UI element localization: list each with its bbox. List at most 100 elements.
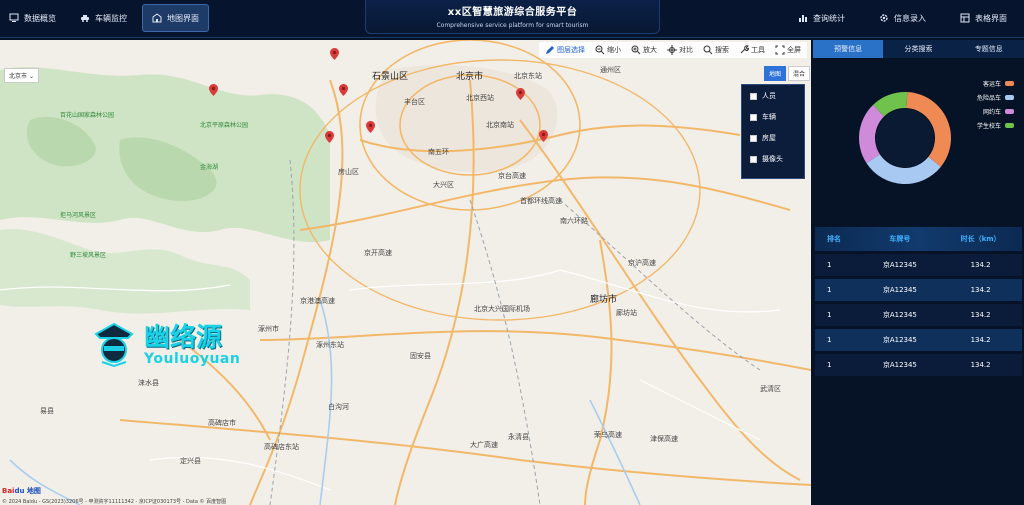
dashboard-icon — [9, 13, 19, 22]
table-row[interactable]: 1 京A12345 134.2 — [815, 354, 1022, 376]
map-pin-icon[interactable] — [330, 48, 339, 60]
map-pin-icon[interactable] — [325, 131, 334, 143]
table-row[interactable]: 1 京A12345 134.2 — [815, 254, 1022, 276]
cell-rank: 1 — [827, 311, 832, 319]
cell-plate: 京A12345 — [882, 336, 917, 344]
map-label-yongqing: 永清县 — [508, 433, 529, 441]
tool-fullscreen[interactable]: 全屏 — [775, 45, 801, 55]
page-subtitle: Comprehensive service platform for smart… — [436, 22, 589, 29]
map-label-yixian: 易县 — [40, 407, 54, 415]
tool-search[interactable]: 搜索 — [703, 45, 729, 55]
baidu-logo-b: du 地图 — [14, 487, 41, 495]
watermark-cn: 幽络源 — [144, 323, 223, 353]
tool-label: 全屏 — [787, 46, 801, 54]
map-type-hybrid[interactable]: 混合 — [788, 66, 811, 81]
map-pin-icon[interactable] — [339, 84, 348, 96]
map-pin-icon[interactable] — [516, 88, 525, 100]
nav-info-entry[interactable]: 信息录入 — [870, 4, 935, 32]
tab-category-search[interactable]: 分类搜索 — [883, 40, 954, 58]
map-type-map[interactable]: 地图 — [764, 66, 787, 81]
map-label-fangshan: 房山区 — [338, 168, 359, 176]
tool-layer-select[interactable]: 图层选择 — [545, 45, 585, 55]
layer-vehicles[interactable]: 车辆 — [750, 112, 796, 122]
city-label: 北京市 — [9, 73, 28, 80]
checkbox[interactable] — [750, 113, 757, 121]
nav-map-view[interactable]: 地图界面 — [142, 4, 209, 32]
nav-label: 数据概览 — [24, 13, 56, 23]
cell-duration: 134.2 — [970, 286, 991, 294]
tab-topic-info[interactable]: 专题信息 — [953, 40, 1024, 58]
nav-data-overview[interactable]: 数据概览 — [0, 4, 65, 32]
map-label-shoudu: 首都环线高速 — [520, 197, 562, 205]
cell-rank: 1 — [827, 361, 832, 369]
tool-tools[interactable]: 工具 — [739, 45, 765, 55]
map-poi-2: 百花山国家森林公园 — [60, 112, 115, 119]
baidu-logo-a: Bai — [2, 487, 15, 495]
zoom-out-icon — [595, 45, 605, 55]
cell-plate: 京A12345 — [882, 361, 917, 369]
layer-cameras[interactable]: 摄像头 — [750, 154, 796, 164]
layer-label: 房屋 — [762, 134, 776, 142]
title-box: xx区智慧旅游综合服务平台 Comprehensive service plat… — [365, 0, 660, 34]
layer-label: 车辆 — [762, 113, 776, 121]
map-copyright: © 2024 Baidu - GS(2023)3206号 - 甲测资字11111… — [2, 499, 227, 505]
table-row[interactable]: 1 京A12345 134.2 — [815, 304, 1022, 326]
map-label-nanwuhuan: 南五环 — [428, 148, 449, 156]
tool-label: 图层选择 — [557, 46, 585, 54]
nav-label: 车辆监控 — [95, 13, 127, 23]
table-row[interactable]: 1 京A12345 134.2 — [815, 329, 1022, 351]
map-label-airport: 北京大兴国际机场 — [474, 305, 530, 313]
tool-label: 对比 — [679, 46, 693, 54]
map-type-switch: 地图 混合 — [764, 66, 811, 81]
checkbox[interactable] — [750, 155, 757, 163]
map-label-baitouhe: 白沟河 — [328, 403, 349, 411]
watermark-en: Youluoyuan — [144, 351, 241, 367]
watermark-logo-icon — [94, 322, 134, 368]
nav-vehicle-monitor[interactable]: 车辆监控 — [71, 4, 136, 32]
map-toolbar: 图层选择 缩小 放大 对比 搜索 工具 全屏 — [539, 42, 807, 58]
table-icon — [960, 13, 970, 23]
cell-plate: 京A12345 — [882, 286, 917, 294]
map-view[interactable]: 北京市 石景山区 丰台区 廊坊市 涿州市 固安县 大兴区 房山区 南五环 永清县… — [0, 40, 811, 505]
map-label-laishui: 涞水县 — [138, 379, 159, 387]
map-label-gaobeidian: 高碑店市 — [208, 419, 236, 427]
nav-left: 数据概览 车辆监控 地图界面 — [0, 4, 209, 32]
legend-label: 学生校车 — [976, 122, 1001, 130]
table-row[interactable]: 1 京A12345 134.2 — [815, 279, 1022, 301]
city-select[interactable]: 北京市 ⌄ — [4, 68, 39, 83]
legend-label: 危险品车 — [976, 94, 1001, 102]
map-label-beijing: 北京市 — [456, 72, 484, 82]
layer-people[interactable]: 人员 — [750, 91, 796, 101]
nav-table-view[interactable]: 表格界面 — [951, 4, 1016, 32]
legend-item: 学生校车 — [977, 118, 1014, 132]
cell-plate: 京A12345 — [882, 261, 917, 269]
map-label-langfang: 廊坊市 — [590, 295, 618, 305]
map-pin-icon[interactable] — [366, 121, 375, 133]
app-root: 数据概览 车辆监控 地图界面 xx区智慧旅游综合服务平台 Comprehensi… — [0, 0, 1024, 505]
tab-alerts[interactable]: 预警信息 — [813, 40, 884, 58]
fullscreen-icon — [775, 45, 785, 55]
legend-swatch — [1005, 80, 1014, 86]
map-label-beijingnan: 北京南站 — [486, 121, 514, 129]
panel-tabs: 预警信息 分类搜索 专题信息 — [813, 40, 1024, 58]
checkbox[interactable] — [750, 92, 757, 100]
compare-icon — [667, 45, 677, 55]
layer-houses[interactable]: 房屋 — [750, 133, 796, 143]
map-label-beijingxi: 北京西站 — [466, 94, 494, 102]
watermark-text: 幽络源 Youluoyuan — [144, 324, 240, 366]
map-building-icon — [152, 13, 162, 23]
tool-label: 搜索 — [715, 46, 729, 54]
checkbox[interactable] — [750, 134, 757, 142]
nav-label: 查询统计 — [813, 13, 845, 23]
nav-query-stats[interactable]: 查询统计 — [789, 4, 854, 32]
map-pin-icon[interactable] — [539, 130, 548, 142]
tool-compare[interactable]: 对比 — [667, 45, 693, 55]
legend-item: 网约车 — [977, 104, 1014, 118]
tool-zoom-in[interactable]: 放大 — [631, 45, 657, 55]
map-pin-icon[interactable] — [209, 84, 218, 96]
cell-rank: 1 — [827, 261, 832, 269]
page-title: xx区智慧旅游综合服务平台 — [447, 7, 578, 18]
wrench-icon — [740, 45, 749, 54]
tool-zoom-out[interactable]: 缩小 — [595, 45, 621, 55]
table-header: 排名 车牌号 时长（km） — [815, 227, 1022, 251]
